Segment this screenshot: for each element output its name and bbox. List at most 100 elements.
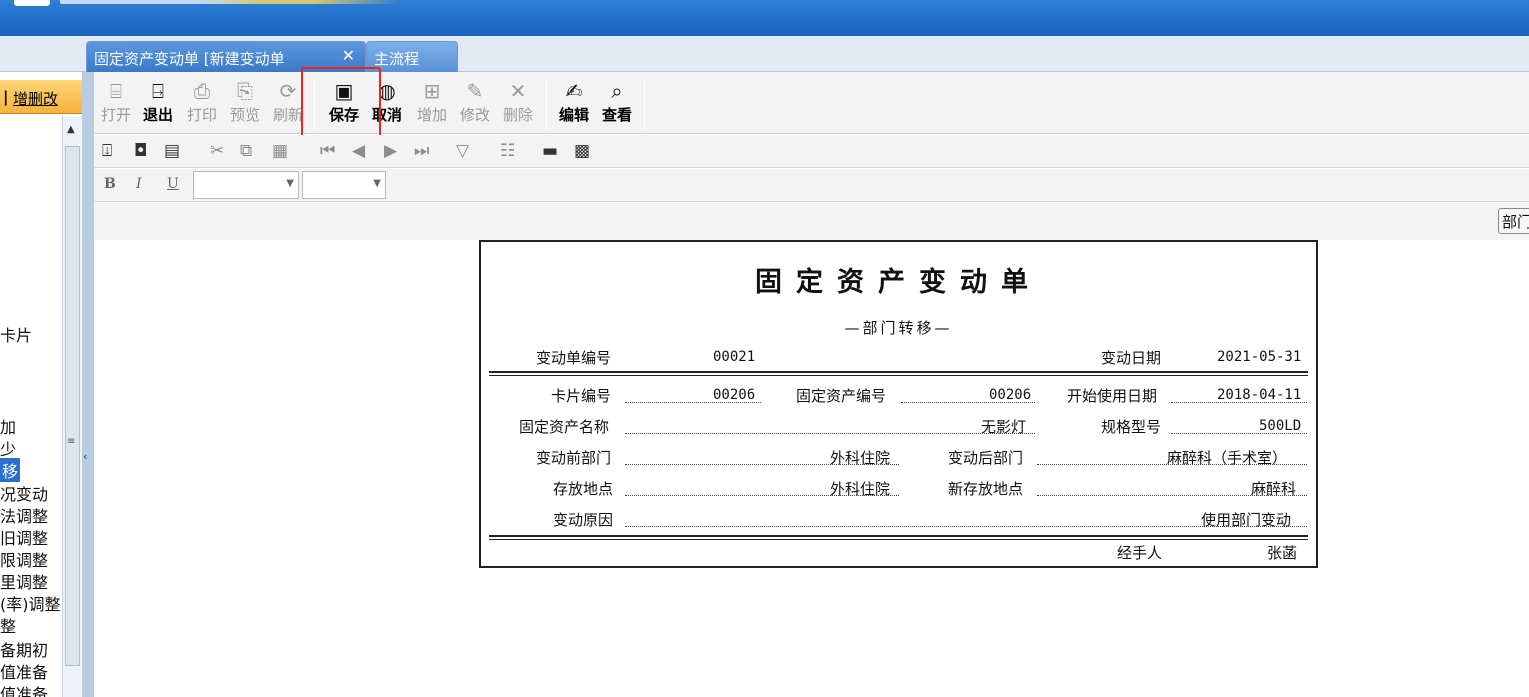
- left-nav-scrollbar[interactable]: ▲ ≡: [62, 116, 82, 697]
- tree-item[interactable]: 里调整: [0, 569, 48, 593]
- italic-button[interactable]: I: [136, 176, 142, 192]
- spec-label: 规格型号: [1101, 418, 1162, 436]
- view-button[interactable]: ⌕ 查看: [597, 78, 637, 128]
- list-doc-icon[interactable]: ▤: [164, 141, 180, 161]
- new-location-label: 新存放地点: [948, 480, 1024, 498]
- spec-value[interactable]: 500LD: [1259, 418, 1301, 434]
- department-button[interactable]: 部门: [1498, 208, 1529, 234]
- print-button[interactable]: ⎙ 打印: [182, 78, 222, 128]
- asset-no-value[interactable]: 00206: [989, 387, 1031, 403]
- scroll-thumb[interactable]: [65, 146, 80, 666]
- paste-icon[interactable]: ▦: [272, 141, 288, 161]
- tab-label: 主流程: [374, 50, 420, 68]
- field-underline: [1037, 495, 1307, 496]
- dropdown-arrow-icon: ▼: [373, 178, 381, 189]
- tree-item[interactable]: 整: [0, 613, 16, 637]
- bold-button[interactable]: B: [104, 176, 116, 192]
- tree-item-selected[interactable]: 移: [0, 458, 21, 482]
- calculator-icon[interactable]: ▬: [542, 141, 558, 161]
- add-delete-modify-link[interactable]: 增删改: [13, 88, 58, 109]
- tree-item[interactable]: 旧调整: [0, 525, 48, 549]
- preview-icon: ⎘: [237, 79, 253, 103]
- font-size-select[interactable]: ▼: [302, 171, 386, 199]
- copy-icon[interactable]: ⧉: [240, 141, 252, 161]
- format-toolbar: B I U ▼ ▼: [94, 169, 1529, 202]
- handler-value[interactable]: 张菡: [1267, 542, 1297, 563]
- add-doc-icon: ⊞: [423, 79, 441, 103]
- dept-before-label: 变动前部门: [536, 449, 612, 467]
- card-no-label: 卡片编号: [551, 387, 612, 405]
- tree-item[interactable]: 值准备: [0, 681, 48, 697]
- start-date-value[interactable]: 2018-04-11: [1217, 387, 1301, 403]
- prev-record-icon[interactable]: ◀: [352, 141, 365, 161]
- tree-item[interactable]: 卡片: [0, 322, 32, 346]
- edit-button[interactable]: ✍ 编辑: [554, 78, 594, 128]
- form-title: 固定资产变动单: [755, 267, 1042, 298]
- secondary-toolbar: ⍗ ◘ ▤ ✂ ⧉ ▦ ⏮ ◀ ▶ ⏭ ▽ ☷ ▬ ▩: [94, 135, 1529, 168]
- dept-after-label: 变动后部门: [948, 449, 1024, 467]
- grid-settings-icon[interactable]: ☷: [500, 141, 515, 161]
- open-button[interactable]: ⌸ 打开: [96, 78, 136, 128]
- reason-label: 变动原因: [553, 511, 614, 529]
- tree-item[interactable]: 加: [0, 414, 16, 438]
- tree-item[interactable]: 备期初: [0, 637, 48, 661]
- next-record-icon[interactable]: ▶: [384, 141, 397, 161]
- asset-change-form: 固定资产变动单 —部门转移— 变动单编号 00021 变动日期 2021-05-…: [479, 240, 1318, 568]
- field-underline: [1037, 464, 1307, 465]
- location-label: 存放地点: [553, 480, 614, 498]
- tree-item[interactable]: (率)调整: [0, 591, 61, 615]
- change-date-value[interactable]: 2021-05-31: [1217, 349, 1301, 365]
- font-name-select[interactable]: ▼: [193, 171, 299, 199]
- add-button[interactable]: ⊞ 增加: [412, 78, 452, 128]
- header-separator: |: [3, 88, 9, 106]
- printer-icon: ⎙: [194, 79, 210, 103]
- close-icon[interactable]: ✕: [342, 46, 355, 65]
- main-work-area: ⌸ 打开 ⍈ 退出 ⎙ 打印 ⎘ 预览 ⟳ 刷新 ▣ 保存 ◍ 取消 ⊞ 增加 …: [94, 67, 1529, 697]
- filter-doc-icon[interactable]: ⍗: [102, 141, 112, 161]
- panel-collapse-bar[interactable]: ‹: [82, 72, 94, 697]
- tree-item[interactable]: 况变动: [0, 481, 48, 505]
- tree-item[interactable]: 值准备: [0, 659, 48, 683]
- asset-name-label: 固定资产名称: [519, 418, 610, 436]
- card-no-value[interactable]: 00206: [713, 387, 755, 403]
- last-record-icon[interactable]: ⏭: [414, 141, 429, 161]
- preview-button[interactable]: ⎘ 预览: [225, 78, 265, 128]
- matrix-icon[interactable]: ▩: [574, 141, 590, 161]
- first-record-icon[interactable]: ⏮: [320, 141, 335, 161]
- cut-icon[interactable]: ✂: [210, 141, 224, 161]
- delete-x-icon: ✕: [509, 79, 527, 103]
- save-highlight-box: [301, 67, 381, 141]
- stamp-icon[interactable]: ◘: [134, 141, 147, 161]
- underline-button[interactable]: U: [167, 176, 179, 192]
- pencil-icon: ✎: [466, 79, 484, 103]
- app-logo: [14, 0, 50, 6]
- left-nav-header: | 增删改: [0, 80, 84, 114]
- filter-funnel-icon[interactable]: ▽: [456, 141, 469, 161]
- toolbar-separator: [546, 80, 547, 130]
- start-date-label: 开始使用日期: [1067, 387, 1158, 405]
- tree-item[interactable]: 法调整: [0, 503, 48, 527]
- form-subtitle: —部门转移—: [844, 319, 953, 337]
- exit-door-icon: ⍈: [152, 79, 164, 103]
- handler-label: 经手人: [1117, 544, 1163, 562]
- field-underline: [625, 464, 899, 465]
- main-toolbar: ⌸ 打开 ⍈ 退出 ⎙ 打印 ⎘ 预览 ⟳ 刷新 ▣ 保存 ◍ 取消 ⊞ 增加 …: [94, 67, 1529, 141]
- chevron-left-icon[interactable]: ‹: [83, 450, 87, 463]
- tree-item[interactable]: 限调整: [0, 547, 48, 571]
- form-header-strip: 部门: [94, 203, 1529, 240]
- delete-button[interactable]: ✕ 删除: [498, 78, 538, 128]
- field-underline: [901, 402, 1035, 403]
- magnifier-doc-icon: ⌕: [611, 79, 623, 103]
- change-date-label: 变动日期: [1101, 349, 1162, 367]
- app-logo-text: [60, 0, 400, 4]
- left-nav-panel: | 增删改 卡片 加 少 移 况变动 法调整 旧调整 限调整 里调整 (率)调整…: [0, 72, 84, 697]
- app-banner: [0, 0, 1529, 36]
- exit-button[interactable]: ⍈ 退出: [138, 78, 178, 128]
- change-no-label: 变动单编号: [536, 349, 612, 367]
- scroll-up-icon[interactable]: ▲: [67, 124, 75, 135]
- modify-button[interactable]: ✎ 修改: [455, 78, 495, 128]
- field-underline: [625, 402, 761, 403]
- dropdown-arrow-icon: ▼: [286, 178, 294, 189]
- change-no-value[interactable]: 00021: [713, 349, 755, 365]
- tree-item[interactable]: 少: [0, 436, 16, 460]
